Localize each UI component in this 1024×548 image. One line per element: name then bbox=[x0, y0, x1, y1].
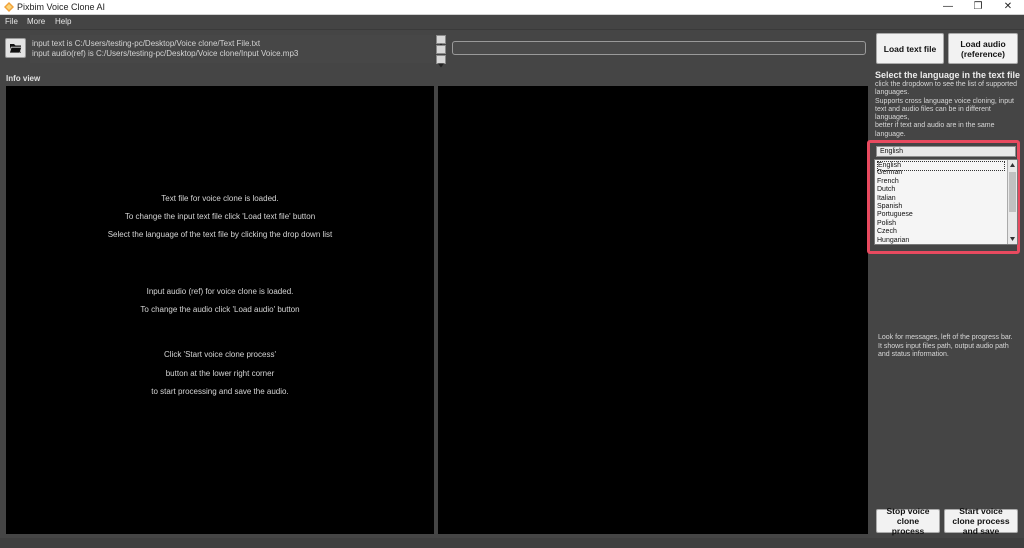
status-strip bbox=[0, 538, 1024, 548]
message-scroll-down[interactable] bbox=[436, 55, 446, 68]
language-option-czech[interactable]: Czech bbox=[877, 228, 897, 236]
language-list-scroll-thumb[interactable] bbox=[1009, 172, 1016, 212]
info-line: Text file for voice clone is loaded. bbox=[161, 194, 279, 203]
info-view-label: Info view bbox=[6, 74, 41, 83]
close-button[interactable]: ✕ bbox=[993, 0, 1023, 15]
stop-voice-clone-button[interactable]: Stop voice clone process bbox=[876, 506, 940, 536]
message-scroll-up[interactable] bbox=[436, 35, 446, 48]
menu-file[interactable]: File bbox=[5, 16, 18, 27]
language-option-polish[interactable]: Polish bbox=[877, 220, 896, 228]
input-text-path: input text is C:/Users/testing-pc/Deskto… bbox=[32, 39, 261, 48]
language-heading: Select the language in the text file bbox=[875, 70, 1021, 80]
language-option-hungarian[interactable]: Hungarian bbox=[877, 237, 909, 245]
start-voice-clone-button[interactable]: Start voice clone process and save bbox=[944, 506, 1018, 536]
menu-bar: File More Help bbox=[0, 15, 1024, 29]
title-bar: Pixbim Voice Clone AI — ❐ ✕ bbox=[0, 0, 1024, 15]
info-line: Click 'Start voice clone process' bbox=[164, 350, 276, 359]
language-option-italian[interactable]: Italian bbox=[877, 195, 896, 203]
arrow-down-icon bbox=[438, 63, 444, 68]
arrow-down-icon[interactable] bbox=[1009, 235, 1016, 243]
load-text-file-button[interactable]: Load text file bbox=[876, 33, 944, 64]
info-view-panel: Text file for voice clone is loaded. To … bbox=[6, 86, 434, 534]
message-scroll-thumb[interactable] bbox=[436, 45, 446, 54]
language-option-french[interactable]: French bbox=[877, 178, 899, 186]
language-list[interactable]: English German French Dutch Italian Span… bbox=[874, 159, 1018, 245]
open-folder-button[interactable] bbox=[5, 38, 26, 58]
progress-bar bbox=[452, 41, 866, 55]
language-option-german[interactable]: German bbox=[877, 169, 902, 177]
info-line: to start processing and save the audio. bbox=[151, 387, 289, 396]
folder-icon bbox=[8, 44, 23, 54]
arrow-up-icon[interactable] bbox=[1009, 161, 1016, 169]
info-line: Select the language of the text file by … bbox=[107, 230, 333, 239]
menu-help[interactable]: Help bbox=[55, 16, 71, 27]
language-description-text: click the dropdown to see the list of su… bbox=[875, 81, 1018, 138]
menu-divider bbox=[0, 29, 1024, 30]
window-title: Pixbim Voice Clone AI bbox=[17, 2, 106, 12]
info-line: To change the audio click 'Load audio' b… bbox=[140, 305, 300, 314]
load-audio-button[interactable]: Load audio (reference) bbox=[948, 33, 1018, 64]
app-logo-icon bbox=[4, 2, 14, 12]
info-line: button at the lower right corner bbox=[165, 369, 275, 378]
help-message: Look for messages, left of the progress … bbox=[878, 334, 1013, 359]
language-option-spanish[interactable]: Spanish bbox=[877, 203, 902, 211]
message-box: input text is C:/Users/testing-pc/Deskto… bbox=[30, 35, 434, 63]
language-option-portuguese[interactable]: Portuguese bbox=[877, 211, 913, 219]
menu-more[interactable]: More bbox=[27, 16, 45, 27]
output-view-panel bbox=[438, 86, 868, 534]
language-list-scrollbar[interactable] bbox=[1007, 160, 1017, 244]
language-description: click the dropdown to see the list of su… bbox=[875, 81, 1021, 139]
restore-button[interactable]: ❐ bbox=[963, 0, 993, 15]
language-dropdown[interactable]: English bbox=[876, 146, 1016, 157]
info-line: Input audio (ref) for voice clone is loa… bbox=[146, 287, 294, 296]
language-option-dutch[interactable]: Dutch bbox=[877, 186, 895, 194]
input-audio-path: input audio(ref) is C:/Users/testing-pc/… bbox=[32, 49, 299, 58]
minimize-button[interactable]: — bbox=[933, 0, 963, 15]
info-line: To change the input text file click 'Loa… bbox=[124, 212, 316, 221]
